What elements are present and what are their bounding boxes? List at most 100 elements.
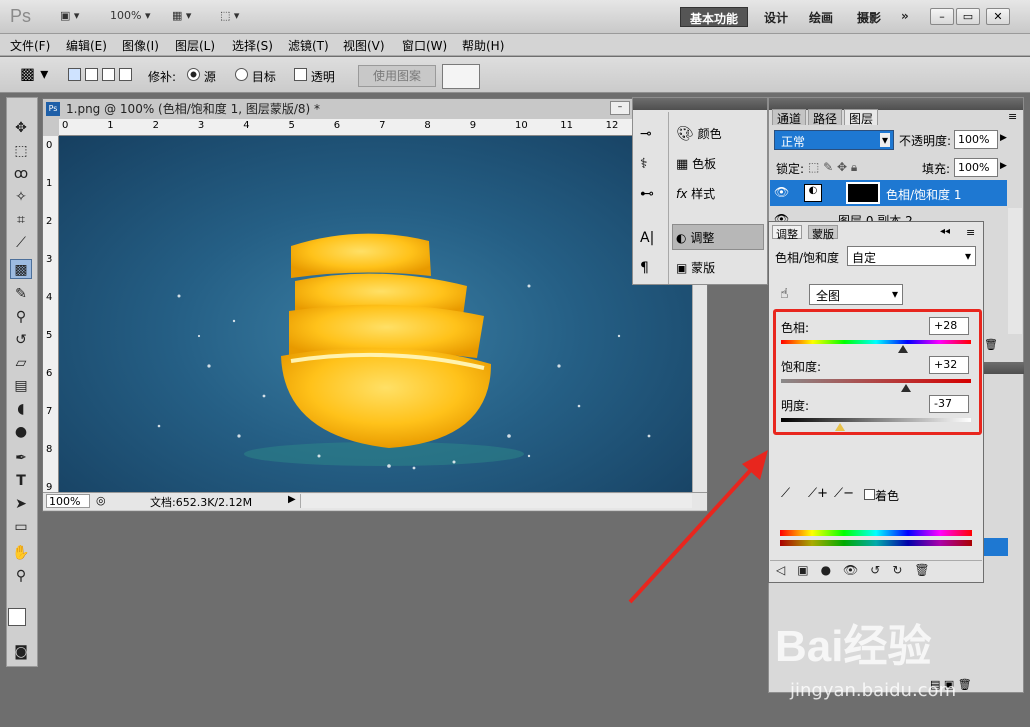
zoom-tool-icon[interactable]: ⚲ <box>10 566 32 586</box>
type-tool-icon[interactable]: T <box>10 471 32 491</box>
brushes-icon[interactable]: ⊷ <box>640 186 654 202</box>
status-info-icon[interactable]: ◎ <box>96 494 106 507</box>
character-icon[interactable]: A| <box>640 230 654 246</box>
paragraph-icon[interactable]: ¶ <box>640 260 649 276</box>
menu-edit[interactable]: 编辑(E) <box>66 37 107 54</box>
arrange-documents-icon[interactable]: ▦ ▾ <box>172 9 191 25</box>
pattern-picker[interactable] <box>442 64 480 89</box>
more-workspaces-icon[interactable]: » <box>892 7 918 27</box>
menu-help[interactable]: 帮助(H) <box>462 37 504 54</box>
layer-visibility-eye-icon[interactable]: 👁︎ <box>774 185 789 199</box>
layer-name[interactable]: 色相/饱和度 1 <box>886 186 962 203</box>
tab-adjustments[interactable]: 调整 <box>772 225 802 241</box>
eraser-tool-icon[interactable]: ▱ <box>10 353 32 373</box>
workspace-design-button[interactable]: 设计 <box>755 7 797 27</box>
eyedropper-tool-icon[interactable]: ⟋ <box>10 233 32 253</box>
mini-bridge-icon[interactable]: ▣ ▾ <box>60 9 79 25</box>
path-select-icon[interactable]: ➤ <box>10 494 32 514</box>
adjust-type-label: 色相/饱和度 <box>775 251 840 265</box>
lasso-tool-icon[interactable]: ꝏ <box>10 164 32 184</box>
panel-item-adjustments[interactable]: ◐ 调整 <box>676 229 714 251</box>
clone-source-icon[interactable]: ⚕ <box>640 156 648 172</box>
workspace-basic-button[interactable]: 基本功能 <box>680 7 749 27</box>
selection-mode-icons[interactable] <box>68 68 132 84</box>
opacity-arrow[interactable]: ▶ <box>1000 133 1007 143</box>
patch-tool-icon[interactable]: ▩ ▾ <box>20 64 48 83</box>
tab-layers[interactable]: 图层 <box>844 109 879 126</box>
adjust-footer-icons[interactable]: ◁▣●👁︎↺↻🗑︎ <box>770 560 982 582</box>
shape-tool-icon[interactable]: ▭ <box>10 517 32 537</box>
transparent-checkbox[interactable]: 透明 <box>294 68 335 85</box>
close-button[interactable]: ✕ <box>986 8 1010 25</box>
tab-paths[interactable]: 路径 <box>808 109 843 126</box>
quick-mask-icon[interactable]: ◙ <box>10 642 32 662</box>
menu-file[interactable]: 文件(F) <box>10 37 50 54</box>
ruler-v-tick-label: 5 <box>46 330 53 341</box>
target-adjust-hand-icon[interactable]: ☝ <box>780 286 789 302</box>
menu-filter[interactable]: 滤镜(T) <box>288 37 329 54</box>
red-arrow-annotation <box>628 450 768 604</box>
zoom-level-select[interactable]: 100% ▾ <box>110 9 150 25</box>
workspace-photo-button[interactable]: 摄影 <box>848 7 890 27</box>
blend-mode-select[interactable]: 正常 ▾ <box>774 130 894 150</box>
maximize-button[interactable]: ▭ <box>956 8 980 25</box>
menu-image[interactable]: 图像(I) <box>122 37 159 54</box>
gradient-tool-icon[interactable]: ▤ <box>10 376 32 396</box>
fill-input[interactable]: 100% <box>954 158 998 177</box>
status-menu-arrow[interactable]: ▶ <box>288 494 296 505</box>
image-canvas[interactable] <box>59 136 692 492</box>
doc-minimize-button[interactable]: – <box>610 101 630 115</box>
brush-tool-icon[interactable]: ✎ <box>10 284 32 304</box>
opacity-input[interactable]: 100% <box>954 130 998 149</box>
screen-mode-icon[interactable]: ⬚ ▾ <box>220 9 239 25</box>
eyedropper-plus-icon[interactable]: ⟋+ <box>808 486 828 501</box>
minimize-button[interactable]: – <box>930 8 954 25</box>
target-radio[interactable]: 目标 <box>235 68 276 85</box>
delete-layer-icon[interactable]: 🗑︎ <box>984 338 998 351</box>
layer-mask-thumbnail[interactable] <box>846 182 880 204</box>
magic-wand-icon[interactable]: ✧ <box>10 187 32 207</box>
document-tab-title[interactable]: 1.png @ 100% (色相/饱和度 1, 图层蒙版/8) * <box>66 100 320 118</box>
move-tool-icon[interactable]: ✥ <box>10 118 32 138</box>
foreground-color-swatch[interactable] <box>8 608 26 626</box>
patch-tool-icon-active[interactable]: ▩ <box>10 259 32 279</box>
panel-item-swatches[interactable]: ▦ 色板 <box>676 155 716 177</box>
status-zoom-field[interactable]: 100% <box>46 494 90 508</box>
eyedropper-minus-icon[interactable]: ⟋− <box>834 486 854 501</box>
repair-label: 修补: <box>148 70 177 84</box>
panel-item-color[interactable]: 🎨︎ 颜色 <box>676 125 722 147</box>
app-logo: Ps <box>10 6 32 26</box>
tab-channels[interactable]: 通道 <box>772 109 807 126</box>
stamp-tool-icon[interactable]: ⚲ <box>10 307 32 327</box>
menu-layer[interactable]: 图层(L) <box>175 37 215 54</box>
ruler-h-tick-label: 0 <box>62 120 69 131</box>
lock-icons[interactable]: ⬚ ✎ ✥ 🔒︎ <box>808 160 857 175</box>
marquee-tool-icon[interactable]: ⬚ <box>10 141 32 161</box>
workspace-paint-button[interactable]: 绘画 <box>800 7 842 27</box>
blur-tool-icon[interactable]: ◖ <box>10 399 32 419</box>
fill-arrow[interactable]: ▶ <box>1000 161 1007 171</box>
tab-masks[interactable]: 蒙版 <box>808 225 838 241</box>
colorize-checkbox[interactable]: 着色 <box>864 487 899 504</box>
baidu-watermark-logo: Bai经验 <box>775 622 932 671</box>
use-pattern-button[interactable]: 使用图案 <box>358 65 436 87</box>
history-brush-icon[interactable]: ↺ <box>10 330 32 350</box>
pen-tool-icon[interactable]: ✒ <box>10 448 32 468</box>
layers-scrollbar[interactable] <box>1008 208 1022 334</box>
channel-select[interactable]: 全图 ▾ <box>809 284 903 305</box>
adjust-menu-icon[interactable]: ≡ <box>966 226 975 239</box>
menu-window[interactable]: 窗口(W) <box>402 37 447 54</box>
menu-select[interactable]: 选择(S) <box>232 37 273 54</box>
crop-tool-icon[interactable]: ⌗ <box>10 210 32 230</box>
dodge-tool-icon[interactable]: ● <box>10 422 32 442</box>
adjust-collapse-icon[interactable]: ◂◂ <box>940 226 950 237</box>
source-radio[interactable]: 源 <box>187 68 216 85</box>
panel-menu-icon[interactable]: ≡ <box>1008 110 1017 123</box>
menu-view[interactable]: 视图(V) <box>343 37 385 54</box>
panel-item-styles[interactable]: fx 样式 <box>676 185 715 207</box>
eyedropper-icon[interactable]: ⟋ <box>781 486 790 501</box>
tool-presets-icon[interactable]: ⊸ <box>640 126 652 142</box>
preset-select[interactable]: 自定 ▾ <box>847 246 976 266</box>
hand-tool-icon[interactable]: ✋ <box>10 543 32 563</box>
panel-item-masks[interactable]: ▣ 蒙版 <box>676 259 715 281</box>
